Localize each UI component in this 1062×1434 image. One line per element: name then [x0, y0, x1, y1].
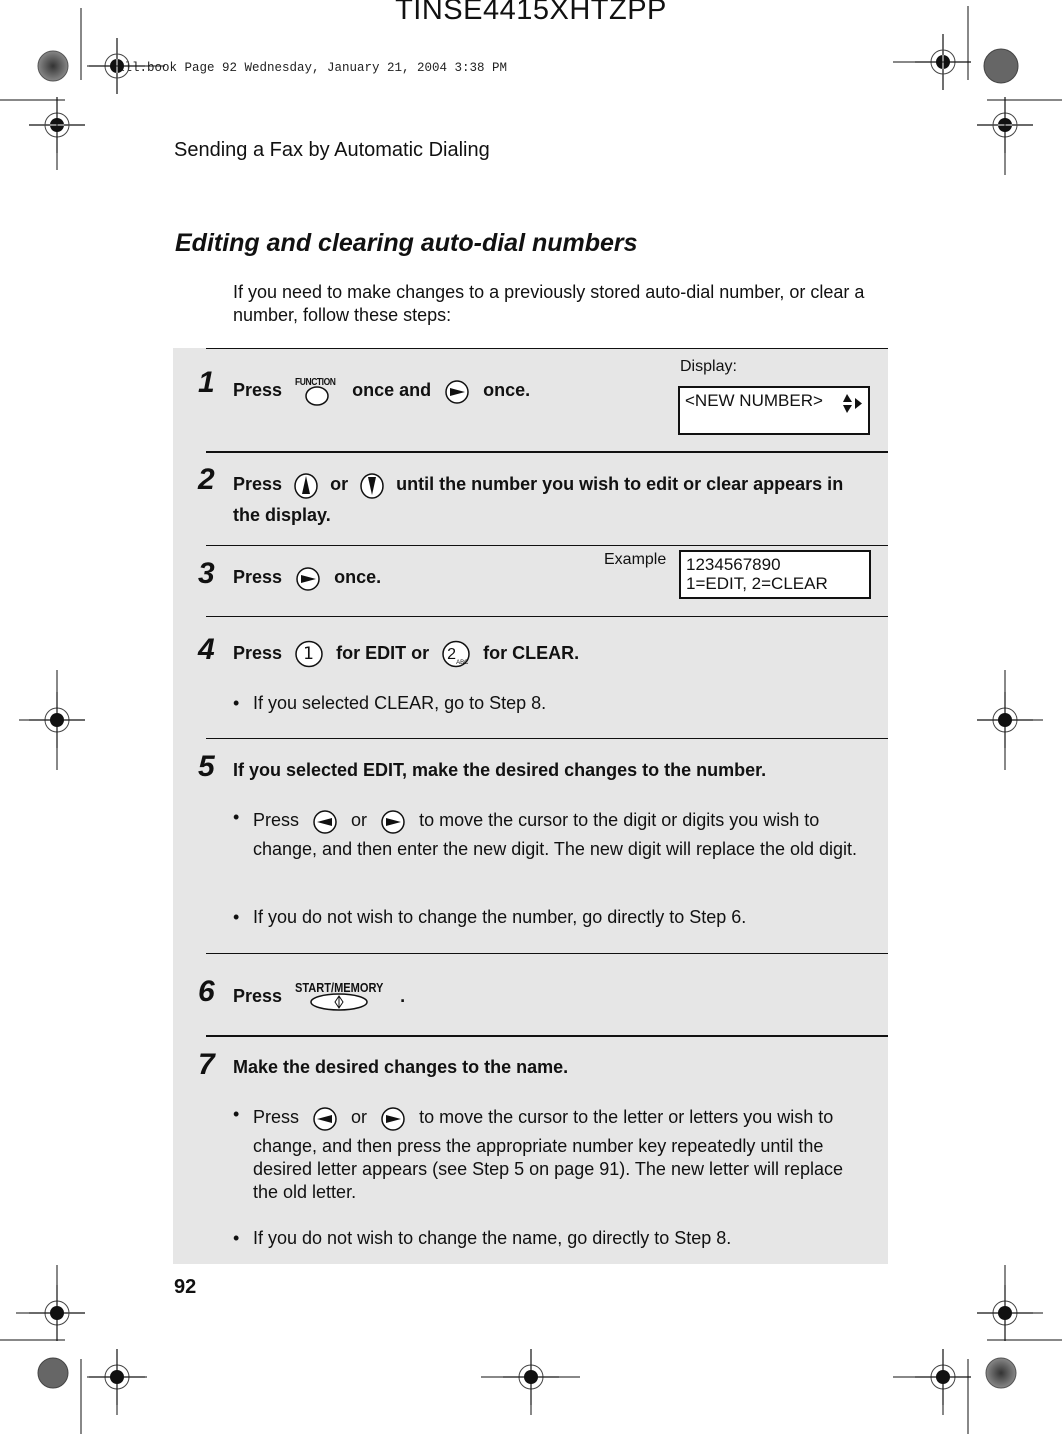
print-marks [0, 6, 1062, 1434]
color-bar-icon [37, 50, 69, 82]
color-bar-icon [983, 48, 1019, 84]
color-bar-icon [37, 1357, 69, 1389]
color-bar-icon [985, 1357, 1017, 1389]
